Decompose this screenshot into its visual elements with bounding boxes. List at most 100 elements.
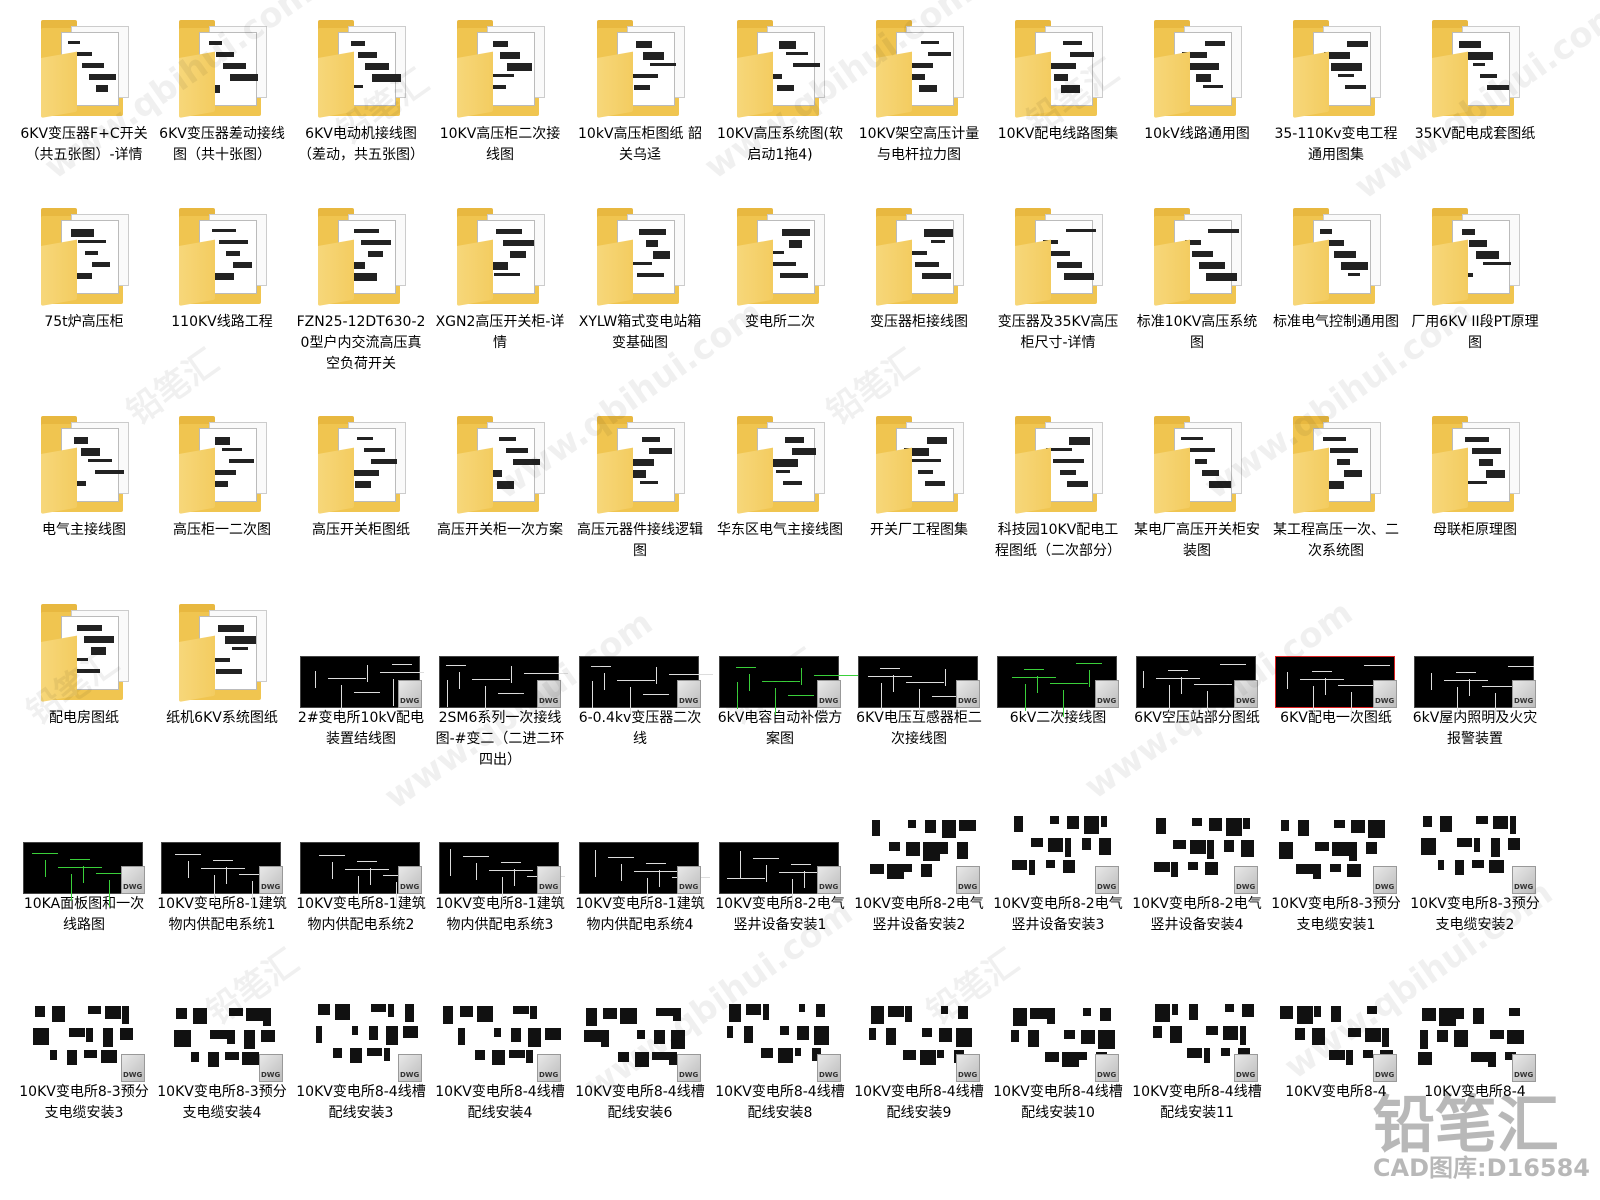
dwg-file-item[interactable]: DWG 6KV配电一次图纸 [1266, 596, 1406, 729]
folder-item[interactable]: 高压开关柜图纸 [291, 408, 431, 541]
folder-item[interactable]: 10KV高压系统图(软启动1拖4) [710, 12, 850, 166]
folder-item[interactable]: 10kV高压柜图纸 韶关乌迳 [570, 12, 710, 166]
dwg-file-item[interactable]: DWG 10KV变电所8-4 [1405, 970, 1545, 1103]
folder-item[interactable]: 标准10KV高压系统图 [1127, 200, 1267, 354]
folder-item[interactable]: 高压柜一二次图 [152, 408, 292, 541]
folder-item[interactable]: 高压开关柜一次方案 [430, 408, 570, 541]
folder-item[interactable]: 10KV配电线路图集 [988, 12, 1128, 145]
folder-icon [318, 208, 406, 308]
item-label: 6KV配电一次图纸 [1280, 710, 1392, 726]
dwg-file-item[interactable]: DWG 10KV变电所8-3预分支电缆安装2 [1405, 782, 1545, 936]
dwg-file-item[interactable]: DWG 2#变电所10kV配电装置结线图 [291, 596, 431, 750]
folder-item[interactable]: 科技园10KV配电工程图纸（二次部分） [988, 408, 1128, 562]
dwg-file-item[interactable]: DWG 10KV变电所8-4线槽配线安装6 [570, 970, 710, 1124]
folder-item[interactable]: FZN25-12DT630-20型户内交流高压真空负荷开关 [291, 200, 431, 375]
dwg-file-item[interactable]: DWG 6kV屋内照明及火灾报警装置 [1405, 596, 1545, 750]
dwg-file-icon: DWG [817, 866, 841, 894]
folder-item[interactable]: 母联柜原理图 [1405, 408, 1545, 541]
folder-item[interactable]: 35KV配电成套图纸 [1405, 12, 1545, 145]
dwg-file-item[interactable]: DWG 10KV变电所8-4 [1266, 970, 1406, 1103]
item-thumbnail: DWG [435, 782, 565, 904]
item-thumbnail: DWG [1132, 782, 1262, 894]
dwg-file-item[interactable]: DWG 6-0.4kv变压器二次线 [570, 596, 713, 750]
dwg-file-item[interactable]: DWG 6KV电压互感器柜二次接线图 [849, 596, 989, 750]
dwg-file-item[interactable]: DWG 10KV变电所8-4线槽配线安装11 [1127, 970, 1267, 1124]
dwg-file-item[interactable]: DWG 10KV变电所8-1建筑物内供配电系统1 [152, 782, 292, 936]
dwg-file-item[interactable]: DWG 10KV变电所8-4线槽配线安装10 [988, 970, 1128, 1124]
dwg-file-icon: DWG [1234, 680, 1258, 708]
dwg-file-item[interactable]: DWG 10KV变电所8-3预分支电缆安装4 [152, 970, 292, 1124]
dwg-file-item[interactable]: DWG 10KV变电所8-2电气竖井设备安装3 [988, 782, 1128, 936]
folder-item[interactable]: 10kV线路通用图 [1127, 12, 1267, 145]
folder-item[interactable]: 6KV电动机接线图（差动，共五张图） [291, 12, 431, 166]
dwg-file-item[interactable]: DWG 6kV二次接线图 [988, 596, 1128, 729]
folder-icon [737, 416, 825, 516]
dwg-file-item[interactable]: DWG 10KV变电所8-4线槽配线安装9 [849, 970, 989, 1124]
dwg-file-icon: DWG [398, 680, 422, 708]
folder-item[interactable]: 6KV变压器差动接线图（共十张图） [152, 12, 292, 166]
folder-item[interactable]: 华东区电气主接线图 [710, 408, 850, 541]
dwg-file-icon: DWG [121, 1054, 145, 1082]
folder-item[interactable]: 变压器柜接线图 [849, 200, 989, 333]
folder-item[interactable]: XGN2高压开关柜-详情 [430, 200, 570, 354]
item-label: 10KV配电线路图集 [997, 126, 1119, 142]
dwg-file-item[interactable]: DWG 10KV变电所8-1建筑物内供配电系统2 [291, 782, 431, 936]
dwg-file-icon: DWG [956, 866, 980, 894]
dwg-file-item[interactable]: DWG 10KV变电所8-4线槽配线安装3 [291, 970, 431, 1124]
folder-item[interactable]: 某电厂高压开关柜安装图 [1127, 408, 1267, 562]
dwg-file-item[interactable]: DWG 10KV变电所8-4线槽配线安装4 [430, 970, 570, 1124]
item-label: 10KA面板图和一次线路图 [23, 896, 145, 933]
dwg-file-item[interactable]: DWG 2SM6系列一次接线图-#变二（二进二环四出） [430, 596, 570, 771]
item-thumbnail: DWG [1410, 782, 1540, 894]
item-thumbnail [1132, 12, 1262, 124]
dwg-file-item[interactable]: DWG 10KV变电所8-1建筑物内供配电系统3 [430, 782, 570, 936]
folder-item[interactable]: 电气主接线图 [14, 408, 154, 541]
dwg-file-icon: DWG [677, 680, 701, 708]
folder-item[interactable]: 变电所二次 [710, 200, 850, 333]
item-thumbnail: DWG [296, 970, 426, 1082]
folder-item[interactable]: 10KV高压柜二次接线图 [430, 12, 570, 166]
folder-icon [1293, 208, 1381, 308]
dwg-file-item[interactable]: DWG 10KV变电所8-1建筑物内供配电系统4 [570, 782, 710, 936]
dwg-file-item[interactable]: DWG 10KA面板图和一次线路图 [14, 782, 154, 936]
folder-item[interactable]: 配电房图纸 [14, 596, 154, 729]
item-label: 10KV变电所8-3预分支电缆安装4 [157, 1084, 287, 1121]
folder-item[interactable]: 110KV线路工程 [152, 200, 292, 333]
folder-item[interactable]: 纸机6KV系统图纸 [152, 596, 292, 729]
dwg-file-item[interactable]: DWG 10KV变电所8-2电气竖井设备安装4 [1127, 782, 1267, 936]
folder-item[interactable]: XYLW箱式变电站箱变基础图 [570, 200, 710, 354]
folder-item[interactable]: 变压器及35KV高压柜尺寸-详情 [988, 200, 1128, 354]
folder-item[interactable]: 75t炉高压柜 [14, 200, 154, 333]
item-label: 纸机6KV系统图纸 [166, 710, 278, 726]
folder-item[interactable]: 厂用6KV II段PT原理图 [1405, 200, 1545, 354]
dwg-file-item[interactable]: DWG 6KV空压站部分图纸 [1127, 596, 1267, 729]
item-label: 变压器柜接线图 [870, 314, 968, 330]
folder-item[interactable]: 35-110Kv变电工程通用图集 [1266, 12, 1406, 166]
folder-item[interactable]: 10KV架空高压计量与电杆拉力图 [849, 12, 989, 166]
item-label: 标准10KV高压系统图 [1136, 314, 1258, 351]
dwg-file-icon: DWG [259, 866, 283, 894]
item-thumbnail [157, 408, 287, 520]
folder-item[interactable]: 6KV变压器F+C开关（共五张图）-详情 [14, 12, 154, 166]
folder-item[interactable]: 高压元器件接线逻辑图 [570, 408, 710, 562]
dwg-file-icon: DWG [1234, 1054, 1258, 1082]
folder-icon [179, 416, 267, 516]
folder-item[interactable]: 开关厂工程图集 [849, 408, 989, 541]
item-label: 10KV高压系统图(软启动1拖4) [716, 126, 844, 163]
dwg-file-item[interactable]: DWG 6kV电容自动补偿方案图 [710, 596, 858, 750]
dwg-file-item[interactable]: DWG 10KV变电所8-3预分支电缆安装1 [1266, 782, 1406, 936]
item-thumbnail [157, 12, 287, 124]
dwg-file-item[interactable]: DWG 10KV变电所8-4线槽配线安装8 [710, 970, 850, 1124]
item-label: 6kV屋内照明及火灾报警装置 [1412, 710, 1538, 747]
dwg-file-item[interactable]: DWG 10KV变电所8-3预分支电缆安装3 [14, 970, 154, 1124]
dwg-file-item[interactable]: DWG 10KV变电所8-2电气竖井设备安装2 [849, 782, 989, 936]
item-thumbnail [1271, 200, 1401, 312]
folder-item[interactable]: 标准电气控制通用图 [1266, 200, 1406, 333]
dwg-file-item[interactable]: DWG 10KV变电所8-2电气竖井设备安装1 [710, 782, 850, 936]
item-thumbnail [575, 12, 705, 124]
item-thumbnail: DWG [296, 596, 426, 712]
item-label: 10KV变电所8-4线槽配线安装3 [296, 1084, 426, 1121]
item-label: 10KV变电所8-4线槽配线安装8 [715, 1084, 845, 1121]
item-label: 35-110Kv变电工程通用图集 [1274, 126, 1398, 163]
folder-item[interactable]: 某工程高压一次、二次系统图 [1266, 408, 1406, 562]
